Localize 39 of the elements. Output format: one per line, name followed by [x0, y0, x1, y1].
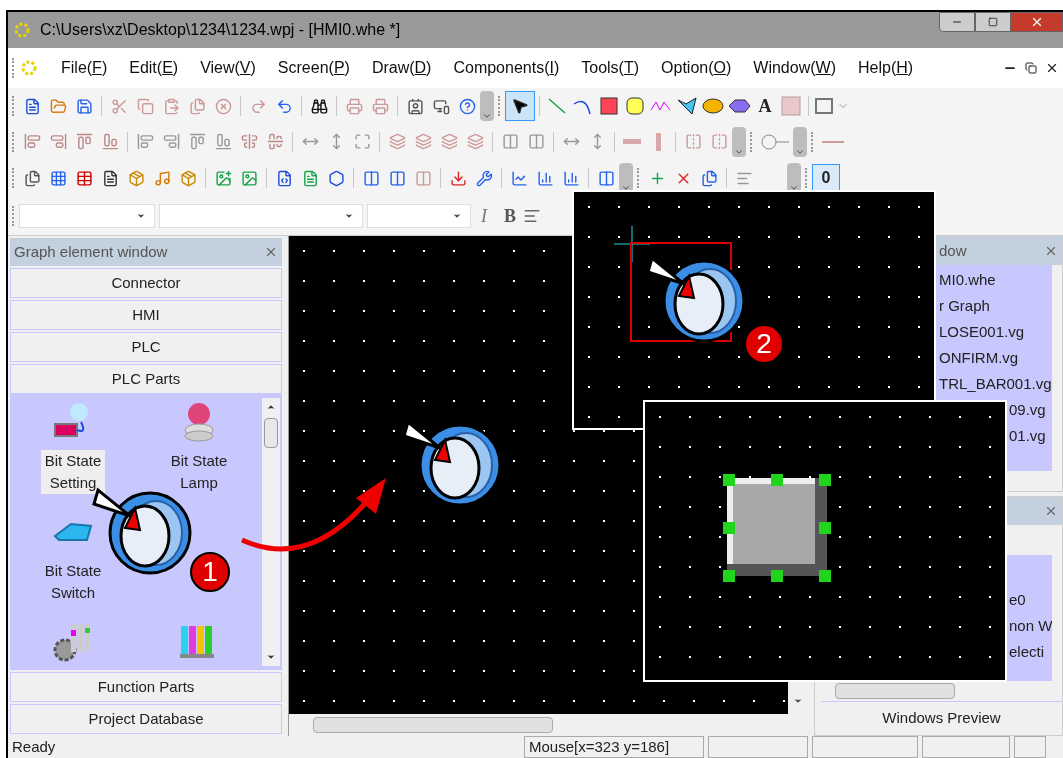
category-tab[interactable]: Connector [10, 268, 282, 298]
panel-title: Graph element window [14, 241, 168, 262]
category-tab[interactable]: PLC Parts [10, 364, 282, 394]
menu-item[interactable]: File(F) [61, 56, 108, 80]
panel-title: dow [939, 240, 967, 261]
step-number: 2 [744, 324, 784, 364]
menu-item[interactable]: Window(W) [753, 56, 836, 80]
mouse-position: Mouse[x=323 y=186] [524, 736, 704, 758]
category-tab[interactable]: Function Parts [10, 672, 282, 702]
element-label[interactable]: Bit State Setting [41, 450, 105, 494]
file-item[interactable]: 09.vg [1009, 397, 1046, 423]
bold-button[interactable]: B [497, 202, 523, 230]
menu-item[interactable]: Help(H) [858, 56, 914, 80]
file-item[interactable]: ONFIRM.vg [939, 345, 1019, 371]
file-item[interactable]: LOSE001.vg [939, 319, 1025, 345]
file-item[interactable]: 01.vg [1009, 423, 1046, 449]
category-tab[interactable]: PLC [10, 332, 282, 362]
menu-item[interactable]: Option(O) [661, 56, 732, 80]
menu-item[interactable]: Components(I) [453, 56, 560, 80]
counter-field[interactable]: 0 [812, 164, 840, 192]
menu-item[interactable]: Tools(T) [581, 56, 640, 80]
window-title: C:\Users\xz\Desktop\1234\1234.wpj - [HMI0.whe *] [40, 20, 401, 40]
text-tool[interactable]: A [752, 92, 778, 120]
menu-item[interactable]: Draw(D) [371, 56, 432, 80]
status-message: Ready [11, 736, 57, 757]
category-tab[interactable]: HMI [10, 300, 282, 330]
property-item[interactable]: electi [1009, 639, 1053, 665]
file-item[interactable]: TRL_BAR001.vg [939, 371, 1052, 397]
element-label[interactable]: Bit State Lamp [167, 450, 231, 494]
category-tab[interactable]: Project Database [10, 704, 282, 734]
property-item[interactable]: e0 [1009, 587, 1053, 613]
file-item[interactable]: MI0.whe [939, 267, 996, 293]
property-item[interactable]: non W [1009, 613, 1053, 639]
menu-item[interactable]: View(V) [200, 56, 256, 80]
menu-item[interactable]: Screen(P) [277, 56, 350, 80]
menu-item[interactable]: Edit(E) [129, 56, 179, 80]
element-label[interactable]: Bit State Switch [41, 560, 105, 604]
file-item[interactable]: r Graph [939, 293, 990, 319]
italic-button[interactable]: I [471, 202, 497, 230]
